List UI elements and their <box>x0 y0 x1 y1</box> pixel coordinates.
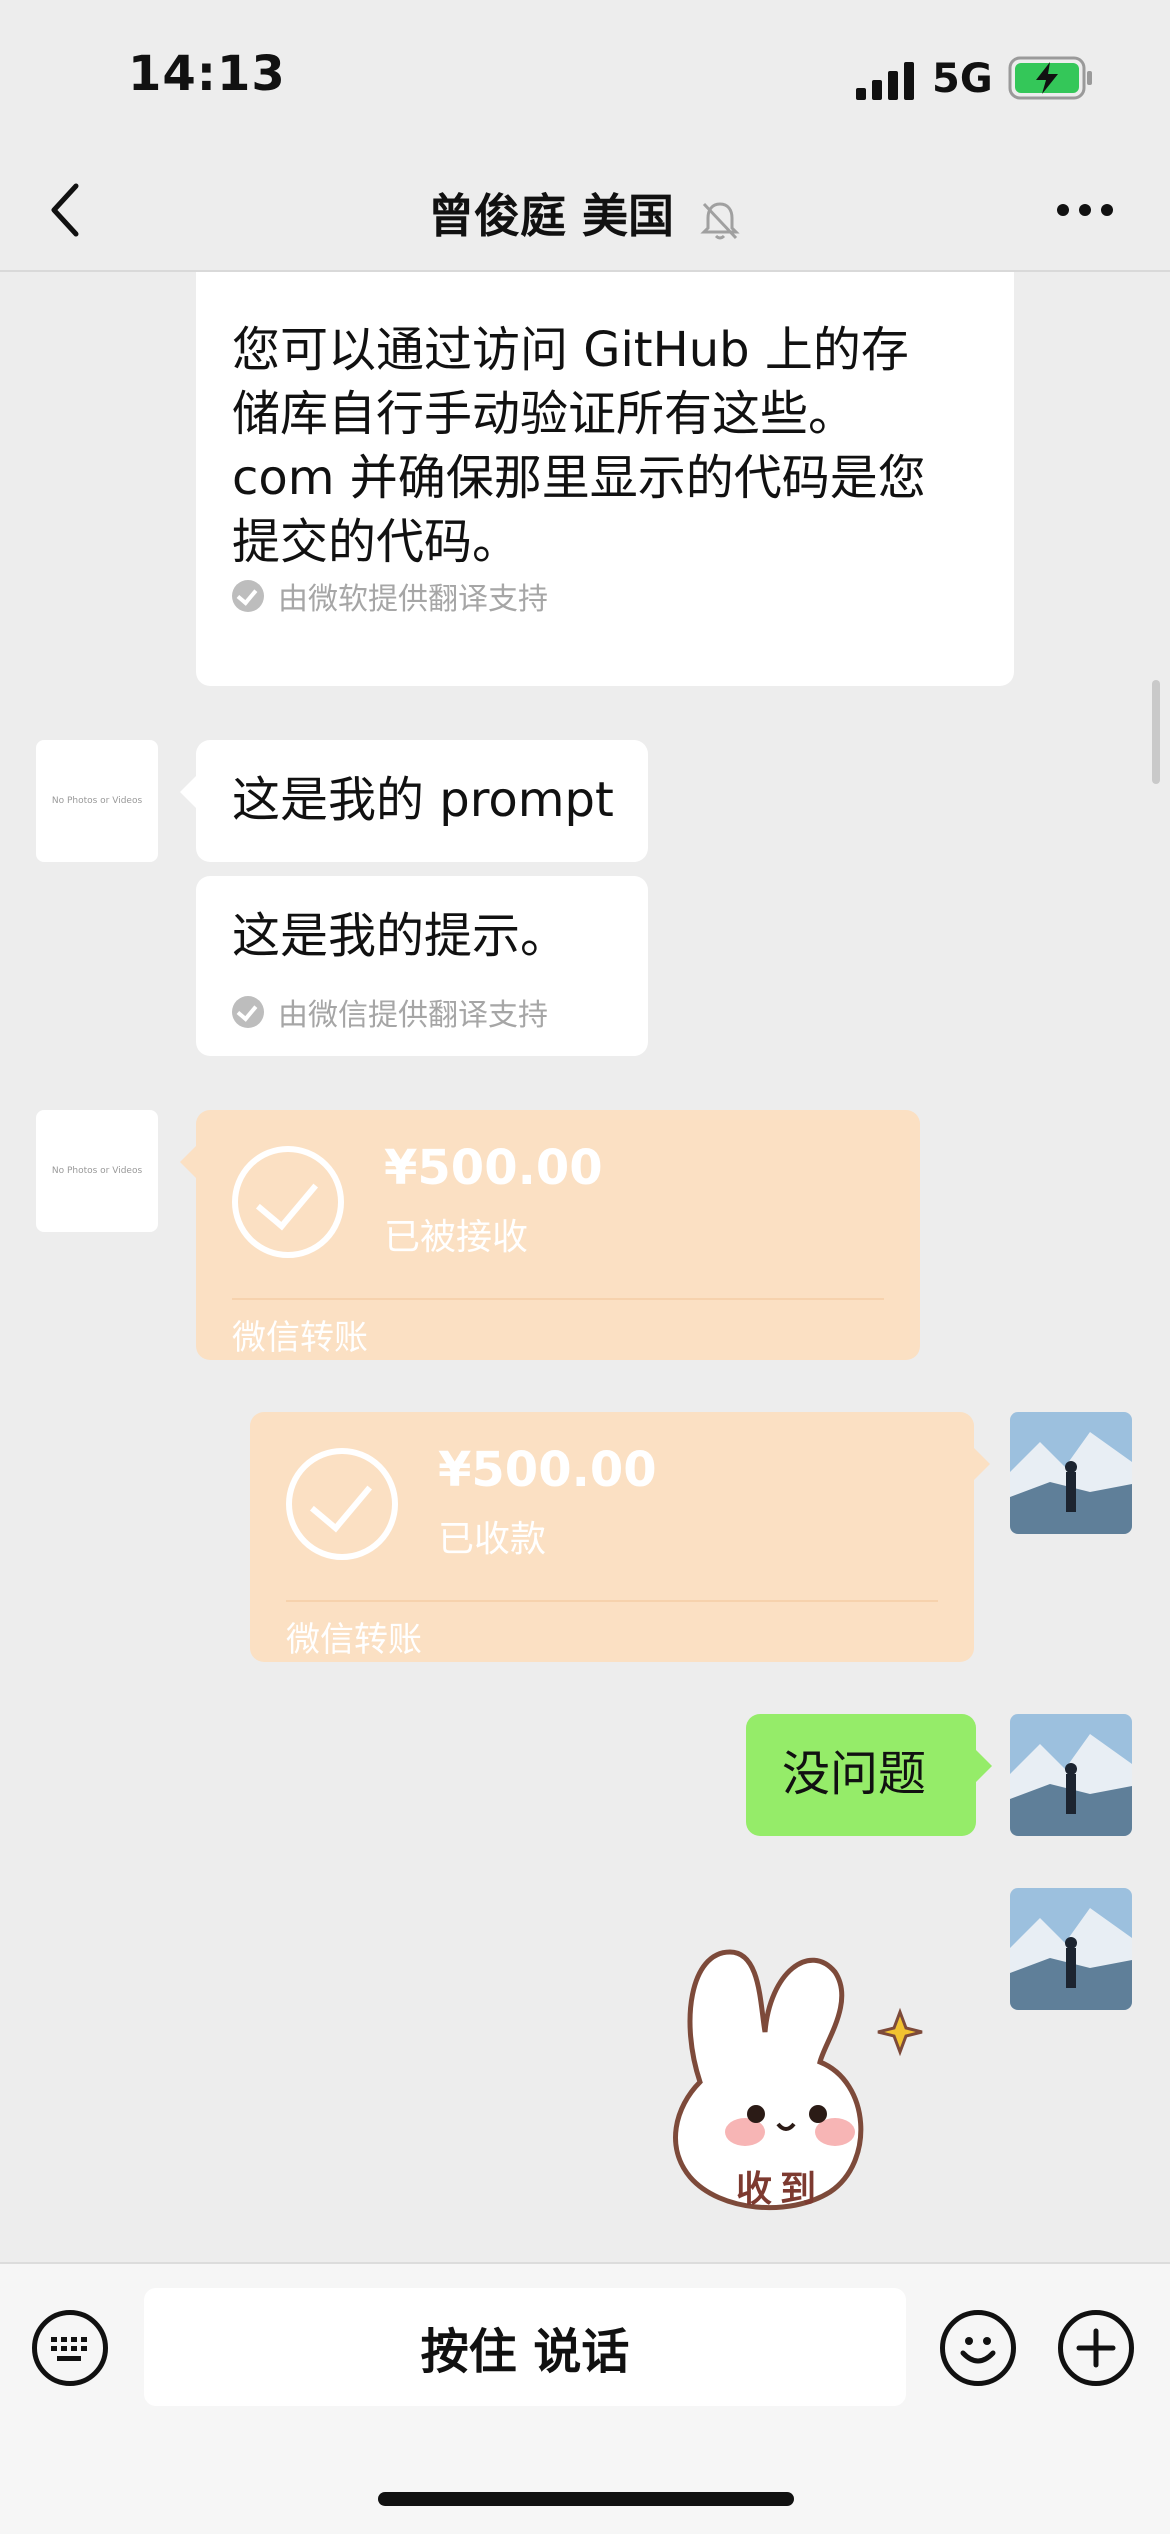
message-bubble[interactable]: 您可以通过访问 GitHub 上的存 储库自行手动验证所有这些。 com 并确保… <box>196 272 1014 686</box>
bubble-tail <box>976 1750 992 1782</box>
translation-credit: 由微软提供翻译支持 <box>232 574 548 618</box>
signal-icon <box>856 62 914 100</box>
divider <box>232 1298 884 1300</box>
avatar-placeholder-text: No Photos or Videos <box>51 1166 143 1176</box>
transfer-status: 已收款 <box>438 1519 547 1560</box>
translation-text: 这是我的提示。 <box>232 908 569 964</box>
my-avatar[interactable] <box>1010 1714 1132 1836</box>
emoji-button[interactable] <box>940 2310 1016 2386</box>
mute-bell-icon <box>700 201 740 239</box>
divider <box>286 1600 938 1602</box>
transfer-card[interactable]: ¥500.00 已被接收 微信转账 <box>180 1110 920 1360</box>
more-icon[interactable] <box>1056 202 1114 218</box>
chat-area[interactable]: 您可以通过访问 GitHub 上的存 储库自行手动验证所有这些。 com 并确保… <box>0 272 1170 2260</box>
sticker-message[interactable]: 收到 <box>650 1932 940 2232</box>
transfer-status: 已被接收 <box>384 1217 529 1258</box>
transfer-amount: ¥500.00 <box>438 1442 657 1498</box>
check-icon <box>286 1448 398 1560</box>
translation-bubble[interactable]: 这是我的提示。 由微信提供翻译支持 <box>196 876 648 1056</box>
sticker-text: 收到 <box>736 2169 825 2210</box>
battery-icon <box>1008 56 1092 100</box>
mountain-photo-icon <box>1010 1412 1132 1534</box>
emoji-icon <box>960 2337 996 2364</box>
translation-line: com 并确保那里显示的代码是您 <box>232 450 926 506</box>
chat-header: 曾俊庭 美国 <box>0 150 1170 272</box>
chat-title: 曾俊庭 美国 <box>0 180 1170 246</box>
network-label: 5G <box>932 56 993 102</box>
translation-line: 您可以通过访问 GitHub 上的存 <box>232 322 909 378</box>
add-more-button[interactable] <box>1058 2310 1134 2386</box>
status-time: 14:13 <box>128 46 286 102</box>
mountain-photo-icon <box>1010 1714 1132 1836</box>
message-bubble[interactable]: 这是我的 prompt <box>180 740 648 862</box>
check-icon <box>232 1146 344 1258</box>
bubble-tail <box>180 1146 196 1178</box>
transfer-label: 微信转账 <box>232 1318 368 1358</box>
translation-credit-text: 由微信提供翻译支持 <box>278 998 548 1033</box>
translation-text: 您可以通过访问 GitHub 上的存 储库自行手动验证所有这些。 com 并确保… <box>232 318 926 574</box>
scrollbar[interactable] <box>1152 680 1160 784</box>
message-text: 没问题 <box>782 1746 927 1802</box>
keyboard-icon <box>51 2337 87 2361</box>
contact-avatar[interactable]: No Photos or Videos <box>36 1110 158 1232</box>
home-indicator <box>378 2492 794 2506</box>
check-icon <box>232 580 264 612</box>
my-avatar[interactable] <box>1010 1412 1132 1534</box>
translation-credit-text: 由微软提供翻译支持 <box>278 582 548 617</box>
message-bubble[interactable]: 没问题 <box>746 1714 992 1836</box>
contact-avatar[interactable]: No Photos or Videos <box>36 740 158 862</box>
status-bar: 14:13 5G <box>0 0 1170 150</box>
transfer-amount: ¥500.00 <box>384 1140 603 1196</box>
avatar-placeholder-text: No Photos or Videos <box>51 796 143 806</box>
contact-name: 曾俊庭 美国 <box>427 189 674 243</box>
bubble-tail <box>974 1448 990 1480</box>
my-avatar[interactable] <box>1010 1888 1132 2010</box>
check-icon <box>232 996 264 1028</box>
transfer-card[interactable]: ¥500.00 已收款 微信转账 <box>250 1412 990 1662</box>
hold-to-talk-button[interactable]: 按住 说话 <box>144 2288 906 2406</box>
translation-line: 储库自行手动验证所有这些。 <box>232 386 857 442</box>
translation-credit: 由微信提供翻译支持 <box>232 990 548 1034</box>
transfer-label: 微信转账 <box>286 1620 422 1660</box>
keyboard-toggle-button[interactable] <box>32 2310 108 2386</box>
mountain-photo-icon <box>1010 1888 1132 2010</box>
translation-line: 提交的代码。 <box>232 514 521 570</box>
message-text: 这是我的 prompt <box>232 772 614 828</box>
plus-icon <box>1076 2328 1116 2368</box>
